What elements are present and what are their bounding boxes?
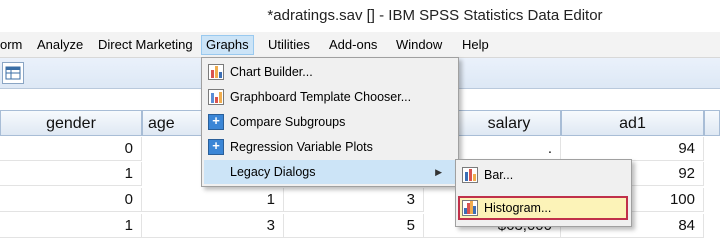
plus-box-icon: + bbox=[208, 139, 224, 155]
cell[interactable]: . bbox=[457, 137, 561, 161]
menu-item-label: Legacy Dialogs bbox=[230, 165, 316, 179]
menu-add-ons[interactable]: Add-ons bbox=[325, 36, 381, 54]
cell[interactable]: 0 bbox=[0, 137, 142, 161]
cell[interactable]: 1 bbox=[0, 162, 142, 186]
menu-item-label: Chart Builder... bbox=[230, 65, 313, 79]
cell[interactable]: 1 bbox=[142, 188, 284, 212]
menu-item-label: Bar... bbox=[484, 168, 514, 182]
chart-builder-icon bbox=[208, 64, 224, 80]
menu-item-label: Compare Subgroups bbox=[230, 115, 346, 129]
menu-item-bar[interactable]: Bar... bbox=[458, 163, 628, 187]
cell[interactable]: 3 bbox=[284, 188, 424, 212]
menu-item-regression-variable-plots[interactable]: + Regression Variable Plots bbox=[204, 135, 456, 159]
column-header-ad1[interactable]: ad1 bbox=[561, 110, 704, 136]
column-header-salary[interactable]: salary bbox=[457, 110, 561, 136]
menu-item-compare-subgroups[interactable]: + Compare Subgroups bbox=[204, 110, 456, 134]
menu-graphs[interactable]: Graphs bbox=[201, 35, 254, 55]
menu-item-histogram[interactable]: Histogram... bbox=[458, 196, 628, 220]
cell[interactable]: 0 bbox=[0, 188, 142, 212]
menu-item-legacy-dialogs[interactable]: Legacy Dialogs ▶ bbox=[204, 160, 456, 184]
menu-utilities[interactable]: Utilities bbox=[264, 36, 314, 54]
window-title: *adratings.sav [] - IBM SPSS Statistics … bbox=[267, 7, 603, 24]
graphboard-icon bbox=[208, 89, 224, 105]
column-header-next[interactable] bbox=[704, 110, 720, 136]
cell[interactable]: 94 bbox=[561, 137, 704, 161]
cell[interactable]: 3 bbox=[142, 214, 284, 238]
menu-item-label: Histogram... bbox=[484, 201, 552, 215]
menu-analyze[interactable]: Analyze bbox=[33, 36, 87, 54]
menu-bar: orm Analyze Direct Marketing Graphs Util… bbox=[0, 32, 720, 58]
plus-box-icon: + bbox=[208, 114, 224, 130]
bar-chart-icon bbox=[462, 167, 478, 183]
column-header-age[interactable]: age bbox=[142, 110, 202, 136]
menu-item-chart-builder[interactable]: Chart Builder... bbox=[204, 60, 456, 84]
menu-transform[interactable]: orm bbox=[0, 36, 26, 54]
submenu-arrow-icon: ▶ bbox=[435, 167, 442, 177]
menu-help[interactable]: Help bbox=[458, 36, 493, 54]
cell[interactable]: 1 bbox=[0, 214, 142, 238]
column-header-gender[interactable]: gender bbox=[0, 110, 142, 136]
menu-window[interactable]: Window bbox=[392, 36, 446, 54]
title-bar: *adratings.sav [] - IBM SPSS Statistics … bbox=[0, 0, 720, 32]
menu-item-graphboard-template-chooser[interactable]: Graphboard Template Chooser... bbox=[204, 85, 456, 109]
graphs-menu: Chart Builder... Graphboard Template Cho… bbox=[201, 57, 459, 187]
menu-item-label: Regression Variable Plots bbox=[230, 140, 373, 154]
menu-item-label: Graphboard Template Chooser... bbox=[230, 90, 412, 104]
data-view-icon[interactable] bbox=[2, 62, 24, 84]
histogram-icon bbox=[462, 200, 478, 216]
legacy-dialogs-submenu: Bar... Histogram... bbox=[455, 159, 632, 227]
cell[interactable]: 5 bbox=[284, 214, 424, 238]
menu-direct-marketing[interactable]: Direct Marketing bbox=[94, 36, 197, 54]
